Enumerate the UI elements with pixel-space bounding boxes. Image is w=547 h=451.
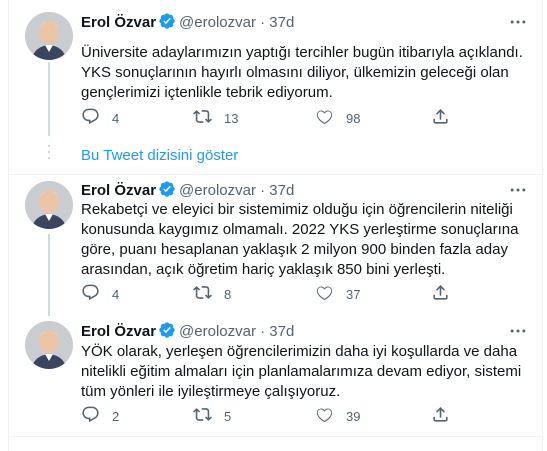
like-button[interactable]: 37 — [315, 284, 360, 304]
retweet-button[interactable]: 8 — [193, 284, 231, 304]
retweet-count: 5 — [224, 408, 232, 424]
retweet-icon — [193, 283, 212, 305]
like-icon — [315, 283, 334, 305]
reply-button[interactable]: 4 — [81, 108, 119, 128]
share-icon — [431, 405, 450, 427]
avatar[interactable] — [25, 321, 73, 369]
reply-count: 2 — [112, 408, 120, 424]
tweet-text: YÖK olarak, yerleşen öğrencilerimizin da… — [81, 343, 526, 400]
tweet-text: Üniversite adaylarımızın yaptığı tercihl… — [81, 44, 527, 101]
thread-gap-dot — [48, 151, 50, 153]
reply-button[interactable]: 4 — [81, 284, 119, 304]
more-horizontal-icon[interactable] — [508, 180, 528, 200]
tweet-text: Rekabetçi ve eleyici bir sistemimiz oldu… — [81, 201, 523, 278]
verified-badge-icon — [158, 12, 176, 36]
share-button[interactable] — [431, 406, 450, 426]
avatar[interactable] — [25, 181, 73, 229]
like-count: 39 — [346, 408, 361, 424]
like-button[interactable]: 39 — [315, 406, 360, 426]
like-count: 37 — [346, 286, 361, 302]
reply-icon — [81, 107, 100, 129]
like-icon — [315, 107, 334, 129]
share-button[interactable] — [431, 284, 450, 304]
retweet-button[interactable]: 5 — [193, 406, 231, 426]
thread-gap-dot — [48, 145, 50, 147]
separator-dot: · — [260, 182, 266, 199]
tweet-header: Erol Özvar @erolozvar · 37d — [81, 12, 521, 32]
thread-gap-dot — [48, 157, 50, 159]
tweet[interactable]: Erol Özvar @erolozvar · 37d Üniversite ad… — [9, 0, 542, 140]
like-count: 98 — [346, 110, 361, 126]
reply-icon — [81, 405, 100, 427]
tweet-header: Erol Özvar @erolozvar · 37d — [81, 321, 521, 341]
like-icon — [315, 405, 334, 427]
tweet-header: Erol Özvar @erolozvar · 37d — [81, 180, 521, 200]
retweet-count: 13 — [224, 110, 239, 126]
retweet-icon — [193, 405, 212, 427]
separator-dot: · — [260, 323, 266, 340]
reply-count: 4 — [112, 286, 120, 302]
tweet[interactable]: Erol Özvar @erolozvar · 37d YÖK olarak, y… — [9, 315, 542, 435]
show-thread-link[interactable]: Bu Tweet dizisini göster — [81, 146, 238, 166]
author-handle[interactable]: @erolozvar — [179, 323, 256, 340]
tweet[interactable]: Erol Özvar @erolozvar · 37d Rekabetçi ve … — [9, 175, 542, 315]
more-horizontal-icon[interactable] — [508, 12, 528, 32]
tweet-actions: 4 8 37 — [81, 284, 521, 304]
avatar[interactable] — [25, 12, 73, 60]
tweet-actions: 2 5 39 — [81, 406, 521, 426]
like-button[interactable]: 98 — [315, 108, 360, 128]
share-button[interactable] — [431, 108, 450, 128]
retweet-count: 8 — [224, 286, 232, 302]
retweet-button[interactable]: 13 — [193, 108, 238, 128]
author-name[interactable]: Erol Özvar — [81, 182, 156, 199]
share-icon — [431, 283, 450, 305]
tweet-actions: 4 13 98 — [81, 108, 521, 128]
divider — [9, 436, 542, 437]
author-name[interactable]: Erol Özvar — [81, 323, 156, 340]
tweet-thread: Erol Özvar @erolozvar · 37d Üniversite ad… — [8, 0, 543, 451]
author-name[interactable]: Erol Özvar — [81, 14, 156, 31]
reply-count: 4 — [112, 110, 120, 126]
author-handle[interactable]: @erolozvar — [179, 182, 256, 199]
tweet-timestamp[interactable]: 37d — [269, 182, 294, 199]
tweet-timestamp[interactable]: 37d — [269, 14, 294, 31]
author-handle[interactable]: @erolozvar — [179, 14, 256, 31]
retweet-icon — [193, 107, 212, 129]
reply-icon — [81, 283, 100, 305]
separator-dot: · — [260, 14, 266, 31]
reply-button[interactable]: 2 — [81, 406, 119, 426]
more-horizontal-icon[interactable] — [508, 321, 528, 341]
tweet-timestamp[interactable]: 37d — [269, 323, 294, 340]
share-icon — [431, 107, 450, 129]
